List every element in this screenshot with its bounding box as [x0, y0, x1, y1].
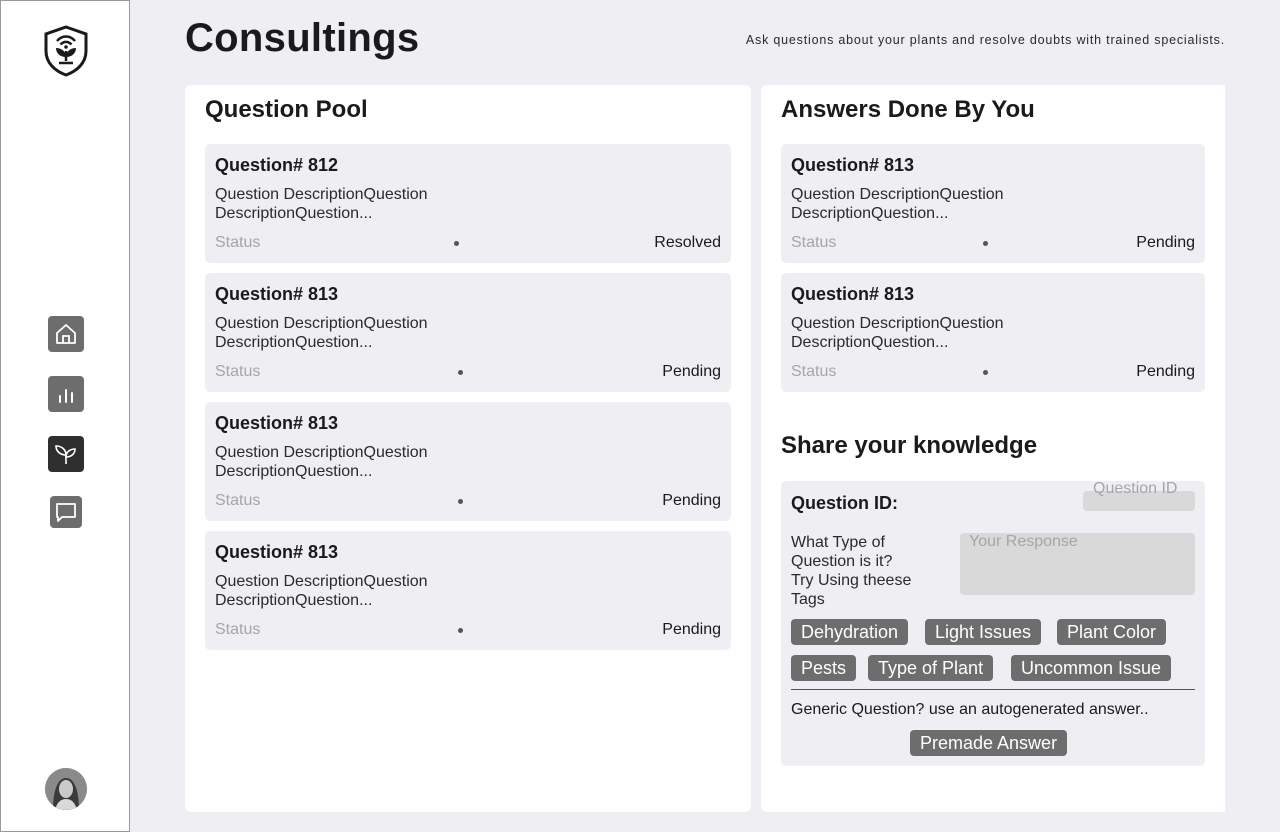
question-pool-title: Question Pool: [205, 96, 368, 123]
status-value: Pending: [1136, 234, 1195, 251]
status-value: Pending: [662, 621, 721, 638]
nav-plants-button[interactable]: [48, 436, 84, 472]
question-description: Question DescriptionQuestion Description…: [791, 186, 1004, 222]
nav-stats-button[interactable]: [48, 376, 84, 412]
separator-dot: [983, 241, 988, 246]
home-icon: [56, 324, 76, 344]
question-description: Question DescriptionQuestion Description…: [215, 573, 428, 609]
share-knowledge-form: Question ID: Question ID What Type of Qu…: [781, 480, 1205, 766]
question-card[interactable]: Question# 813 Question DescriptionQuesti…: [205, 402, 731, 521]
tag-dehydration[interactable]: Dehydration: [791, 619, 909, 645]
bar-chart-icon: [59, 389, 73, 403]
premade-answer-button[interactable]: Premade Answer: [910, 730, 1068, 756]
question-type-label: What Type of Question is it?: [791, 534, 893, 570]
question-description: Question DescriptionQuestion Description…: [791, 315, 1004, 351]
chat-icon: [56, 503, 76, 522]
nav-consultings-button[interactable]: [50, 496, 82, 528]
tag-type-of-plant[interactable]: Type of Plant: [868, 655, 994, 681]
status-label: Status: [791, 363, 837, 380]
question-card[interactable]: Question# 813 Question DescriptionQuesti…: [205, 273, 731, 392]
question-title: Question# 813: [215, 542, 339, 562]
question-description: Question DescriptionQuestion Description…: [215, 315, 428, 351]
tags-hint: Try Using theese Tags: [791, 572, 912, 608]
question-type-prompt: What Type of Question is it? Try Using t…: [791, 533, 941, 609]
divider: [791, 689, 1195, 690]
question-card[interactable]: Question# 813 Question DescriptionQuesti…: [205, 531, 731, 650]
page-title: Consultings: [185, 16, 420, 60]
answer-card[interactable]: Question# 813 Question DescriptionQuesti…: [781, 273, 1205, 392]
question-id-label: Question ID:: [791, 493, 898, 513]
status-value: Pending: [662, 363, 721, 380]
question-title: Question# 813: [791, 155, 915, 175]
tag-plant-color[interactable]: Plant Color: [1057, 619, 1167, 645]
status-label: Status: [215, 363, 261, 380]
question-title: Question# 813: [215, 284, 339, 304]
question-title: Question# 813: [791, 284, 915, 304]
status-value: Pending: [662, 492, 721, 509]
question-title: Question# 813: [215, 413, 339, 433]
separator-dot: [983, 370, 988, 375]
page-subtitle: Ask questions about your plants and reso…: [745, 33, 1225, 47]
sidebar: [0, 0, 130, 832]
generic-question-text: Generic Question? use an autogenerated a…: [791, 701, 1149, 718]
shield-sprout-logo-icon[interactable]: [43, 25, 89, 77]
nav-home-button[interactable]: [48, 316, 84, 352]
status-label: Status: [215, 492, 261, 509]
tag-light-issues[interactable]: Light Issues: [925, 619, 1042, 645]
question-title: Question# 812: [215, 155, 339, 175]
question-description: Question DescriptionQuestion Description…: [215, 186, 428, 222]
separator-dot: [458, 370, 463, 375]
tag-uncommon-issue[interactable]: Uncommon Issue: [1011, 655, 1172, 681]
sprout-icon: [55, 445, 76, 464]
status-label: Status: [215, 234, 261, 251]
question-id-placeholder: Question ID: [1093, 480, 1178, 497]
question-card[interactable]: Question# 812 Question DescriptionQuesti…: [205, 144, 731, 263]
separator-dot: [458, 499, 463, 504]
share-knowledge-title: Share your knowledge: [781, 432, 1038, 459]
status-value: Resolved: [654, 234, 721, 251]
answer-card[interactable]: Question# 813 Question DescriptionQuesti…: [781, 144, 1205, 263]
status-label: Status: [215, 621, 261, 638]
user-avatar[interactable]: [45, 768, 87, 810]
status-value: Pending: [1136, 363, 1195, 380]
tag-pests[interactable]: Pests: [791, 655, 857, 681]
separator-dot: [458, 628, 463, 633]
separator-dot: [454, 241, 459, 246]
question-description: Question DescriptionQuestion Description…: [215, 444, 428, 480]
response-textarea[interactable]: Your Response: [960, 533, 1195, 595]
answers-panel: Answers Done By You Question# 813 Questi…: [761, 85, 1225, 812]
question-pool-panel: Question Pool Question# 812 Question Des…: [185, 85, 751, 812]
status-label: Status: [791, 234, 837, 251]
response-placeholder: Your Response: [969, 533, 1078, 550]
answers-title: Answers Done By You: [781, 96, 1035, 123]
